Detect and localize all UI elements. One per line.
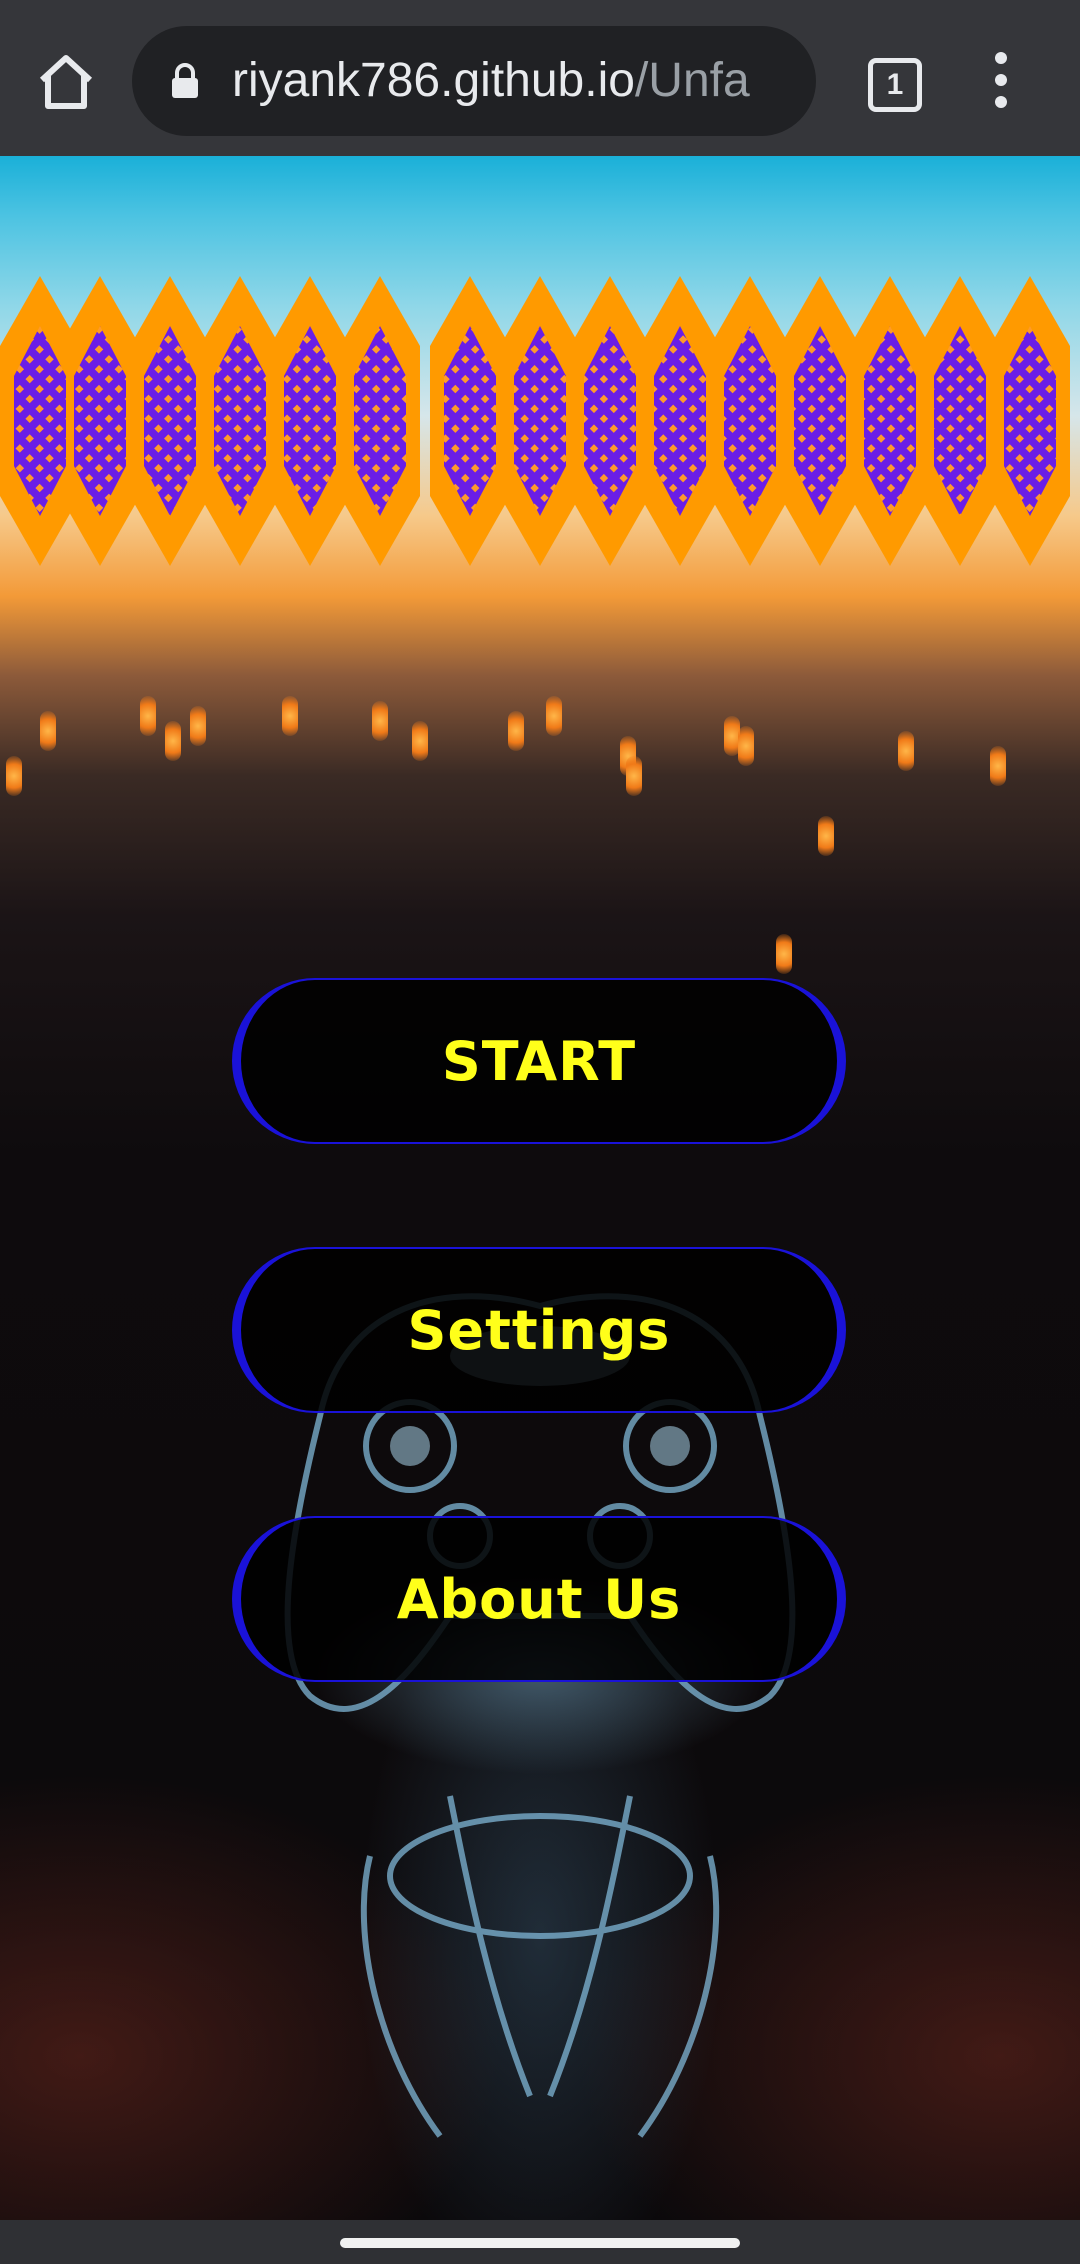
url-text: riyank786.github.io/Unfa [232, 53, 792, 109]
start-button[interactable]: START [232, 978, 846, 1144]
lock-icon [172, 63, 198, 98]
browser-toolbar: riyank786.github.io/Unfa 1 [0, 0, 1080, 156]
home-icon[interactable] [34, 50, 98, 114]
settings-button[interactable]: Settings [232, 1247, 846, 1413]
about-us-button[interactable]: About Us [232, 1516, 846, 1682]
tab-switcher-icon[interactable]: 1 [868, 58, 922, 112]
more-vert-icon[interactable] [986, 52, 1016, 112]
game-menu-page: START Settings About Us [0, 156, 1080, 2220]
url-path: /Unfa [634, 54, 750, 107]
system-navigation-bar [0, 2220, 1080, 2264]
home-gesture-handle[interactable] [340, 2238, 740, 2248]
game-title-logo [0, 276, 1070, 566]
address-bar[interactable]: riyank786.github.io/Unfa [132, 26, 816, 136]
url-host: riyank786.github.io [232, 54, 635, 107]
